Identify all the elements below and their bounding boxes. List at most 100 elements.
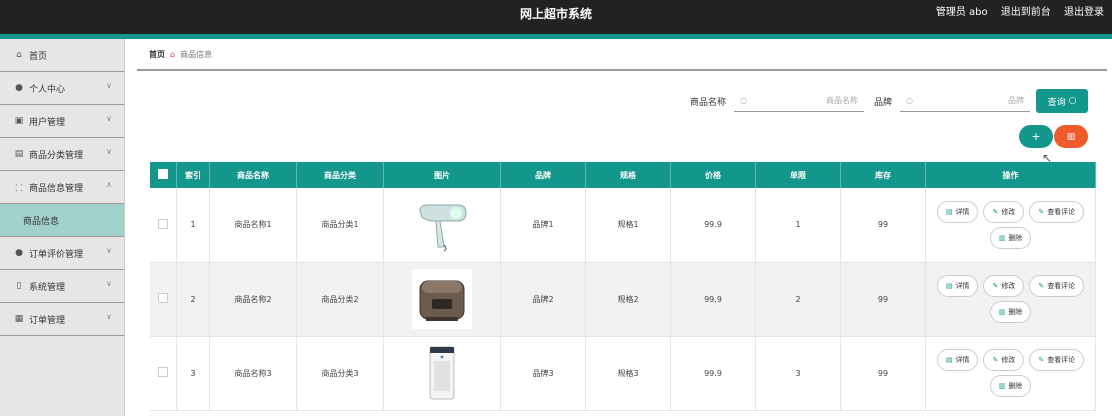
view-reviews-button[interactable]: ✎ 查看评论 [1029, 275, 1085, 297]
sidebar-item-review[interactable]: ● 订单评价管理 ∨ [0, 237, 124, 270]
chevron-down-icon: ∨ [106, 147, 112, 156]
row-checkbox[interactable] [158, 367, 168, 377]
index-cell: 2 [176, 262, 210, 337]
sidebar-item-home[interactable]: ⌂ 首页 [0, 39, 124, 72]
image-cell [383, 262, 501, 337]
brand-cell: 品牌1 [500, 188, 586, 263]
batch-delete-button[interactable]: ▥ [1054, 125, 1088, 148]
category-cell: 商品分类3 [296, 336, 384, 411]
select-all-cell[interactable] [150, 162, 177, 188]
document-icon: ▤ [945, 282, 953, 290]
logout-link[interactable]: 退出登录 [1064, 7, 1104, 18]
table-row: 1 商品名称1 商品分类1 品牌1 规格1 99.9 1 99 ▤ 详情 ✎ 修… [150, 188, 1096, 263]
search-bar: 商品名称 ○ 商品名称 品牌 ○ 品牌 [690, 89, 1040, 113]
brand-search-input[interactable]: ○ 品牌 [900, 90, 1031, 112]
pencil-icon: ✎ [1038, 282, 1045, 290]
sidebar-item-users[interactable]: ▣ 用户管理 ∨ [0, 105, 124, 138]
row-checkbox[interactable] [158, 218, 168, 229]
view-reviews-label: 查看评论 [1047, 282, 1076, 290]
add-button[interactable]: + [1019, 125, 1053, 148]
view-reviews-button[interactable]: ✎ 查看评论 [1029, 349, 1085, 371]
breadcrumb: 首页 ⌂ 商品信息 [137, 39, 1107, 71]
view-reviews-label: 查看评论 [1047, 207, 1076, 216]
trash-icon: ▥ [1066, 131, 1076, 142]
name-search-input[interactable]: ○ 商品名称 [734, 90, 865, 112]
back-to-front-link[interactable]: 退出到前台 [1001, 7, 1051, 18]
edit-button[interactable]: ✎ 修改 [983, 275, 1025, 297]
sidebar-item-product[interactable]: ⸬ 商品信息管理 ∧ [0, 171, 124, 204]
sidebar-item-label: 个人中心 [29, 84, 66, 95]
view-reviews-button[interactable]: ✎ 查看评论 [1029, 200, 1085, 223]
chevron-down-icon: ∨ [106, 312, 112, 321]
spec-cell: 规格1 [585, 188, 671, 263]
category-icon: ▤ [14, 149, 24, 159]
breadcrumb-current: 商品信息 [180, 49, 213, 59]
column-header: 价格 [670, 162, 756, 188]
delete-button[interactable]: ▥ 删除 [989, 226, 1032, 249]
trash-icon: ▥ [998, 382, 1006, 390]
product-image-air-purifier[interactable] [412, 343, 472, 403]
price-cell: 99.9 [670, 188, 756, 263]
edit-button[interactable]: ✎ 修改 [983, 200, 1025, 223]
chevron-up-icon: ∧ [106, 180, 112, 189]
row-checkbox[interactable] [158, 293, 168, 303]
column-header: 商品分类 [296, 162, 384, 188]
chevron-down-icon: ∨ [106, 246, 112, 255]
delete-label: 删除 [1008, 382, 1023, 390]
detail-button[interactable]: ▤ 详情 [936, 275, 979, 297]
name-cell: 商品名称2 [209, 262, 297, 337]
brand-placeholder: 品牌 [1008, 96, 1025, 105]
detail-button[interactable]: ▤ 详情 [936, 200, 979, 223]
product-image-rice-cooker[interactable] [412, 269, 472, 329]
delete-label: 删除 [1008, 308, 1023, 316]
name-placeholder: 商品名称 [826, 96, 859, 105]
edit-label: 修改 [1001, 207, 1016, 216]
sidebar-item-label: 商品分类管理 [29, 150, 84, 161]
column-header: 库存 [840, 162, 926, 188]
home-icon: ⌂ [16, 50, 22, 60]
limit-cell: 2 [755, 262, 841, 337]
pencil-icon: ✎ [992, 207, 999, 216]
product-image-hair-dryer[interactable] [412, 194, 472, 255]
name-cell: 商品名称3 [209, 336, 297, 411]
select-all-checkbox[interactable] [158, 169, 168, 179]
sidebar-item-label: 商品信息 [23, 216, 60, 227]
search-button[interactable]: 查询 ○ [1036, 89, 1088, 113]
detail-label: 详情 [955, 282, 970, 290]
image-cell [383, 336, 501, 411]
category-cell: 商品分类1 [296, 188, 384, 263]
delete-button[interactable]: ▥ 删除 [989, 301, 1032, 323]
column-header: 单限 [755, 162, 841, 188]
select-cell [150, 262, 177, 337]
ops-cell: ▤ 详情 ✎ 修改 ✎ 查看评论 ▥ 删除 [925, 262, 1096, 337]
column-header: 操作 [925, 162, 1096, 188]
limit-cell: 1 [755, 188, 841, 263]
delete-label: 删除 [1008, 233, 1023, 242]
ops-cell: ▤ 详情 ✎ 修改 ✎ 查看评论 ▥ 删除 [925, 336, 1096, 411]
sidebar-subitem-product-info[interactable]: 商品信息 [0, 204, 124, 237]
sidebar-item-label: 订单评价管理 [29, 249, 84, 260]
ops-cell: ▤ 详情 ✎ 修改 ✎ 查看评论 ▥ 删除 [925, 188, 1096, 263]
user-icon: ● [15, 83, 23, 93]
home-icon: ⌂ [170, 49, 176, 59]
sidebar-item-system[interactable]: ▯ 系统管理 ∨ [0, 270, 124, 303]
pencil-icon: ✎ [1038, 356, 1045, 364]
delete-button[interactable]: ▥ 删除 [989, 375, 1032, 397]
trash-icon: ▥ [998, 233, 1006, 242]
chevron-down-icon: ∨ [106, 114, 112, 123]
sidebar-item-personal[interactable]: ● 个人中心 ∨ [0, 72, 124, 105]
system-icon: ▯ [16, 281, 22, 291]
sidebar-item-orders[interactable]: ▦ 订单管理 ∨ [0, 303, 124, 336]
sidebar-item-label: 订单管理 [29, 315, 66, 326]
select-cell [150, 188, 177, 263]
detail-button[interactable]: ▤ 详情 [936, 349, 979, 371]
admin-label: 管理员 abo [935, 7, 988, 18]
name-cell: 商品名称1 [209, 188, 297, 263]
breadcrumb-home[interactable]: 首页 [149, 49, 165, 60]
review-icon: ● [15, 248, 23, 258]
table-row: 2 商品名称2 商品分类2 品牌2 规格2 99.9 2 99 ▤ 详情 ✎ 修… [150, 262, 1096, 337]
sidebar-item-category[interactable]: ▤ 商品分类管理 ∨ [0, 138, 124, 171]
chevron-down-icon: ∨ [106, 279, 112, 288]
edit-button[interactable]: ✎ 修改 [983, 349, 1025, 371]
column-header: 图片 [383, 162, 501, 188]
